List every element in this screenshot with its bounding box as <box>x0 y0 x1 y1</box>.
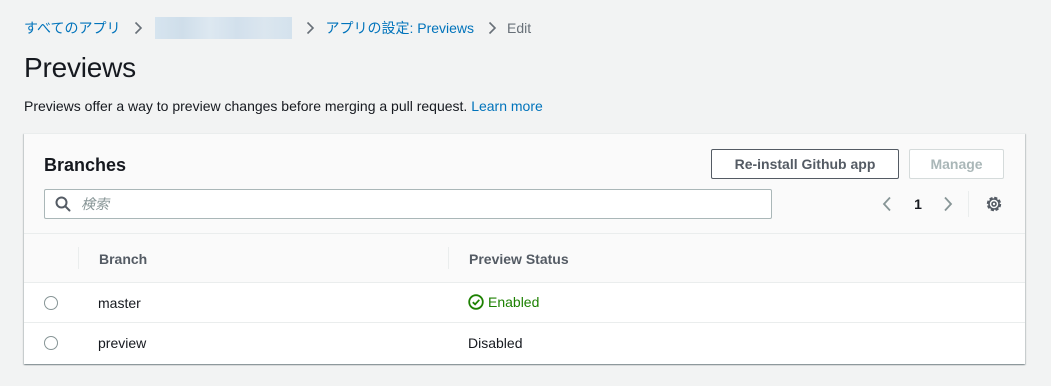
column-divider <box>448 247 449 269</box>
status-text: Disabled <box>468 335 523 351</box>
page-title: Previews <box>24 52 136 83</box>
chevron-right-icon <box>488 21 497 35</box>
description-text: Previews offer a way to preview changes … <box>24 98 468 114</box>
manage-button[interactable]: Manage <box>909 149 1004 179</box>
breadcrumb-current: Edit <box>507 20 532 36</box>
search-input[interactable] <box>81 196 761 212</box>
column-divider <box>78 247 79 269</box>
gear-icon[interactable] <box>983 193 1005 215</box>
page-number[interactable]: 1 <box>909 191 927 217</box>
check-circle-icon <box>468 294 488 310</box>
breadcrumb-app-settings[interactable]: アプリの設定: Previews <box>325 18 474 38</box>
chevron-left-icon[interactable] <box>876 191 898 217</box>
status-enabled: Enabled <box>468 294 539 310</box>
chevron-right-icon <box>306 21 315 35</box>
branch-name: preview <box>98 335 147 351</box>
row-radio[interactable] <box>44 336 58 350</box>
chevron-right-icon <box>134 21 143 35</box>
chevron-right-icon[interactable] <box>937 191 959 217</box>
table-row[interactable]: preview Disabled <box>24 323 1025 363</box>
breadcrumb-all-apps[interactable]: すべてのアプリ <box>24 18 120 38</box>
search-field[interactable] <box>44 189 772 219</box>
breadcrumb: すべてのアプリ アプリの設定: Previews Edit <box>24 17 531 39</box>
panel-header: Branches Re-install Github app Manage 1 <box>24 134 1025 234</box>
panel-title: Branches <box>44 155 127 175</box>
search-icon <box>55 196 71 212</box>
breadcrumb-app-name-redacted[interactable] <box>155 17 293 39</box>
learn-more-link[interactable]: Learn more <box>471 98 543 114</box>
pager-divider <box>968 191 969 217</box>
page-description: Previews offer a way to preview changes … <box>24 98 543 114</box>
table-header: Branch Preview Status <box>24 234 1025 283</box>
column-header-preview-status[interactable]: Preview Status <box>469 251 569 267</box>
branch-name: master <box>98 295 141 311</box>
row-radio[interactable] <box>44 296 58 310</box>
reinstall-github-app-button[interactable]: Re-install Github app <box>711 149 899 179</box>
column-header-branch[interactable]: Branch <box>99 251 147 267</box>
branches-panel: Branches Re-install Github app Manage 1 <box>24 133 1025 364</box>
status-text: Enabled <box>488 294 540 310</box>
table-row[interactable]: master Enabled <box>24 283 1025 323</box>
